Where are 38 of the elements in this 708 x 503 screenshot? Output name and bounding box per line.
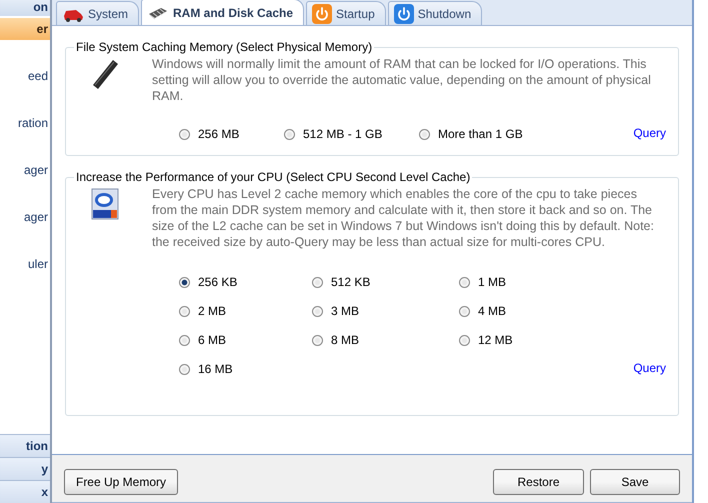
- sidebar-group-header[interactable]: x: [0, 480, 50, 503]
- sidebar-group-header[interactable]: tion: [0, 434, 50, 457]
- sidebar-item[interactable]: uler: [0, 253, 50, 275]
- group-title: File System Caching Memory (Select Physical Memory): [75, 40, 374, 54]
- group-title: Increase the Performance of your CPU (Select CPU Second Level Cache): [75, 170, 472, 184]
- query-link[interactable]: Query: [633, 361, 666, 377]
- tab[interactable]: RAM and Disk Cache: [141, 0, 304, 25]
- description-text: Windows will normally limit the amount of RAM that can be locked for I/O operations. This setting will allow you to override the automatic value, depending on the amount of physical RAM.: [152, 56, 652, 104]
- radio-option[interactable]: 512 KB: [312, 274, 459, 290]
- radio-option[interactable]: 256 MB: [179, 126, 284, 142]
- processor-badge-icon: [91, 188, 119, 220]
- tab[interactable]: Startup: [306, 1, 386, 25]
- radio-option[interactable]: 4 MB: [459, 303, 599, 319]
- sidebar-item[interactable]: eed: [0, 65, 50, 87]
- radio-option[interactable]: 3 MB: [312, 303, 459, 319]
- restore-button[interactable]: Restore: [493, 469, 584, 496]
- radio-option[interactable]: 512 MB - 1 GB: [284, 126, 419, 142]
- radio-option[interactable]: 256 KB: [179, 274, 312, 290]
- description-text: Every CPU has Level 2 cache memory which enables the core of the cpu to take pieces from the main DDR system memory and calculate with it, then store it back and so on. The size of the L2 cache can be set in Windows 7 but Windows isn't doing this by default. Note: the received size by auto-Query may be less than actual size for multi-cores CPU.: [152, 186, 655, 250]
- radio-option[interactable]: 8 MB: [312, 332, 459, 348]
- radio-option[interactable]: 12 MB: [459, 332, 599, 348]
- sidebar-header[interactable]: on: [0, 0, 50, 16]
- save-button[interactable]: Save: [590, 469, 680, 496]
- query-link[interactable]: Query: [633, 126, 666, 142]
- tab[interactable]: Shutdown: [388, 1, 482, 25]
- radio-option[interactable]: More than 1 GB: [419, 126, 559, 142]
- tab[interactable]: System: [56, 1, 140, 25]
- radio-option[interactable]: 6 MB: [179, 332, 312, 348]
- sidebar-item[interactable]: ager: [0, 206, 50, 228]
- radio-option[interactable]: 16 MB: [179, 361, 312, 377]
- sidebar-item[interactable]: er: [0, 18, 50, 40]
- sidebar-item[interactable]: ration: [0, 112, 50, 134]
- radio-option[interactable]: 1 MB: [459, 274, 599, 290]
- chip-icon: [147, 6, 170, 20]
- free-memory-button[interactable]: Free Up Memory: [64, 469, 178, 496]
- radio-option[interactable]: 2 MB: [179, 303, 312, 319]
- sidebar-item[interactable]: ager: [0, 159, 50, 181]
- sidebar-group-header[interactable]: y: [0, 457, 50, 480]
